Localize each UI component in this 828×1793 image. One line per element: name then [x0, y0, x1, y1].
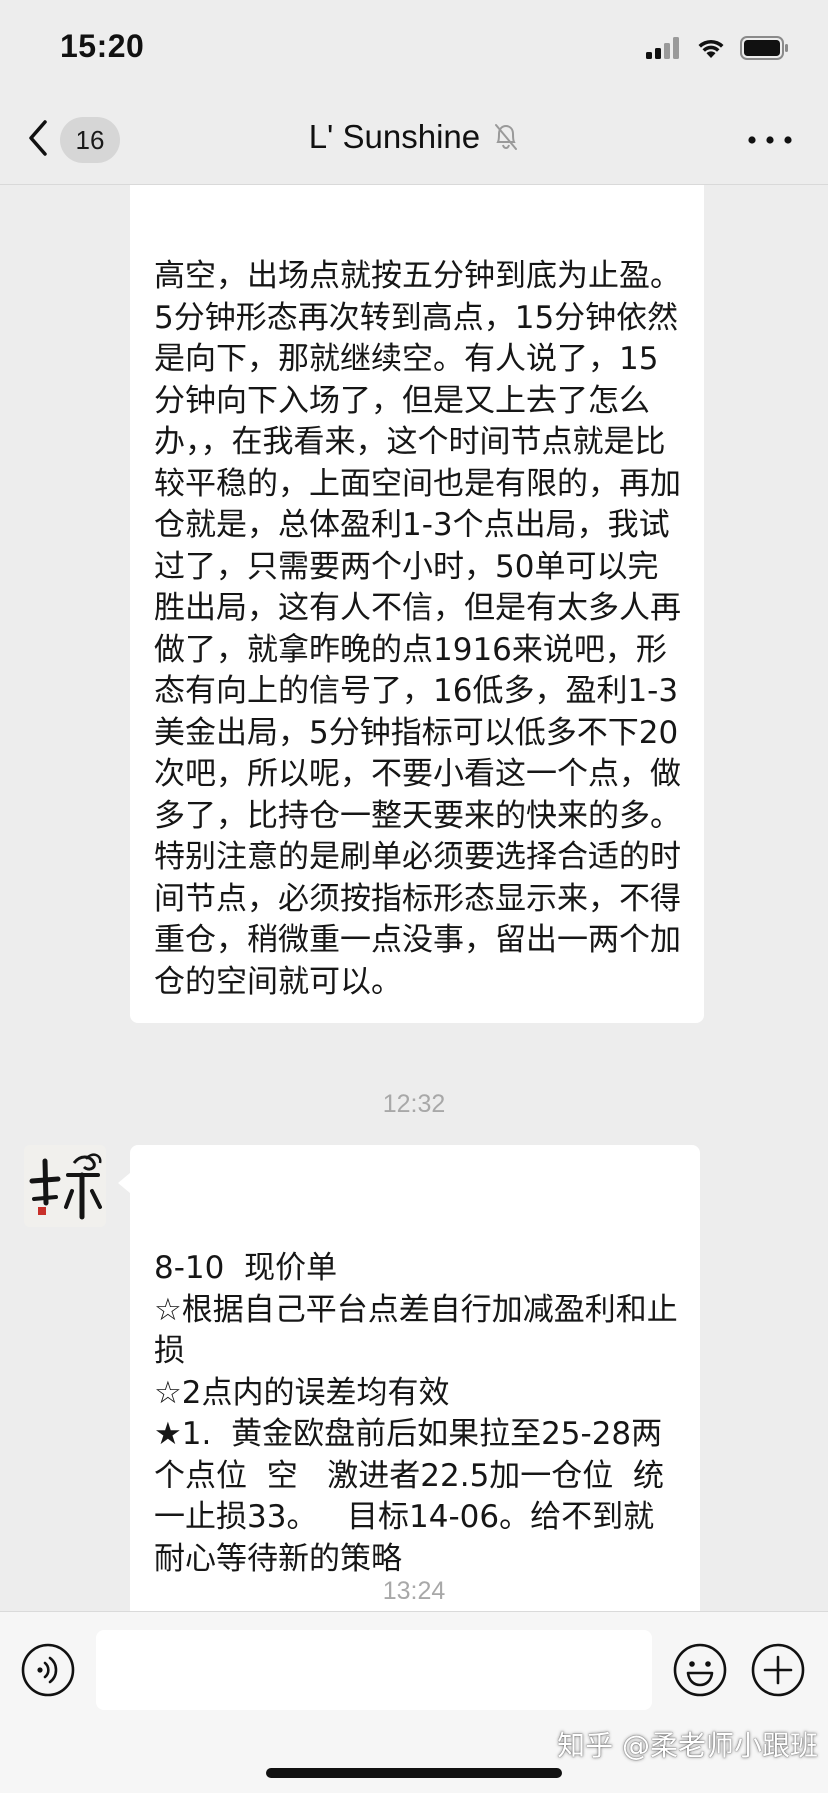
- message-text: 8-10 现价单 ☆根据自己平台点差自行加减盈利和止损 ☆2点内的误差均有效 ★…: [154, 1250, 678, 1577]
- home-indicator[interactable]: [266, 1768, 562, 1778]
- emoji-icon: [672, 1643, 728, 1702]
- more-dots-icon: [740, 136, 800, 164]
- more-functions-button[interactable]: [750, 1642, 806, 1702]
- chat-title-group[interactable]: L' Sunshine: [0, 118, 828, 160]
- voice-button[interactable]: [20, 1642, 76, 1702]
- message-timestamp: 13:24: [382, 1577, 446, 1605]
- message-input[interactable]: [96, 1630, 652, 1710]
- avatar[interactable]: [24, 1145, 106, 1227]
- message-bubble[interactable]: 8-10 现价单 ☆根据自己平台点差自行加减盈利和止损 ☆2点内的误差均有效 ★…: [118, 1145, 700, 1611]
- more-button[interactable]: [740, 120, 800, 160]
- message-text: 高空，出场点就按五分钟到底为止盈。5分钟形态再次转到高点，15分钟依然是向下，那…: [154, 258, 681, 1000]
- message-timestamp: 12:32: [382, 1090, 446, 1118]
- plus-icon: [750, 1643, 806, 1702]
- input-bar: 知乎 @柔老师小跟班: [0, 1611, 828, 1793]
- emoji-button[interactable]: [672, 1642, 728, 1702]
- status-icons: [646, 36, 790, 64]
- message-list[interactable]: 高空，出场点就按五分钟到底为止盈。5分钟形态再次转到高点，15分钟依然是向下，那…: [0, 185, 828, 1611]
- voice-icon: [20, 1643, 76, 1702]
- watermark: 知乎 @柔老师小跟班: [557, 1729, 818, 1762]
- battery-icon: [740, 36, 790, 64]
- wifi-icon: [696, 37, 726, 63]
- message-bubble[interactable]: 高空，出场点就按五分钟到底为止盈。5分钟形态再次转到高点，15分钟依然是向下，那…: [130, 185, 704, 1023]
- bell-slash-icon: [493, 122, 519, 160]
- status-time: 15:20: [60, 28, 145, 64]
- chat-title: L' Sunshine: [308, 118, 481, 155]
- status-bar: 15:20: [0, 0, 828, 96]
- nav-bar: 16 L' Sunshine: [0, 96, 828, 185]
- cellular-signal-icon: [646, 37, 682, 63]
